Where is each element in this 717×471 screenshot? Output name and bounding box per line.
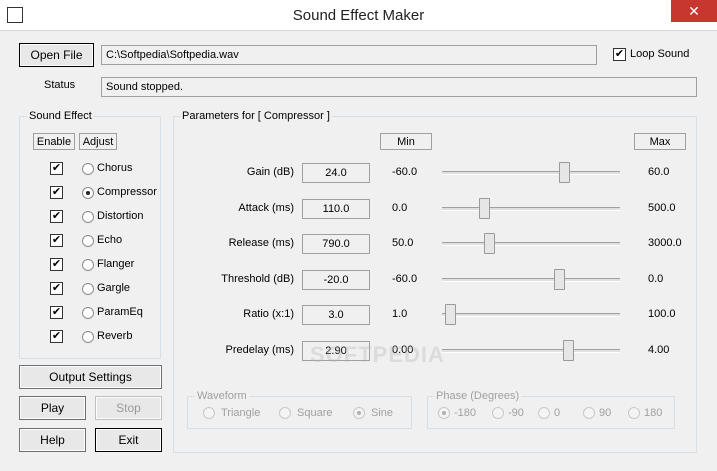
param-slider-thumb[interactable] xyxy=(563,340,575,361)
param-value-field[interactable]: -20.0 xyxy=(302,269,370,290)
effect-label: ParamEq xyxy=(97,306,143,318)
param-label: Release (ms) xyxy=(228,237,294,250)
file-path-field[interactable]: C:\Softpedia\Softpedia.wav xyxy=(101,45,597,65)
effect-enable-checkbox[interactable]: ✔ xyxy=(50,258,63,271)
param-min-value: -60.0 xyxy=(392,272,418,285)
param-max-value: 100.0 xyxy=(648,308,676,321)
waveform-radio[interactable] xyxy=(353,407,365,419)
window-title: Sound Effect Maker xyxy=(292,7,425,24)
effect-adjust-radio[interactable] xyxy=(82,259,94,271)
param-slider-track[interactable] xyxy=(442,313,620,318)
param-slider-thumb[interactable] xyxy=(478,197,490,219)
status-label: Status xyxy=(44,79,76,91)
phase-radio[interactable] xyxy=(583,407,595,419)
waveform-radio[interactable] xyxy=(279,407,291,419)
effect-label: Chorus xyxy=(97,162,133,174)
phase-option-label: -180 xyxy=(454,407,477,419)
close-button[interactable]: ✕ xyxy=(671,0,717,22)
loop-sound-label: Loop Sound xyxy=(630,48,690,60)
exit-button[interactable]: Exit xyxy=(95,428,162,452)
effect-label: Flanger xyxy=(97,258,135,270)
waveform-option-label: Sine xyxy=(371,407,394,419)
phase-radio[interactable] xyxy=(492,407,504,419)
param-label: Predelay (ms) xyxy=(225,344,294,356)
effect-adjust-radio[interactable] xyxy=(82,283,94,295)
loop-sound-checkbox[interactable]: ✔ xyxy=(613,48,626,61)
effect-enable-checkbox[interactable]: ✔ xyxy=(50,186,63,199)
effect-adjust-radio[interactable] xyxy=(82,187,94,199)
phase-radio[interactable] xyxy=(628,407,640,419)
effect-adjust-radio[interactable] xyxy=(82,307,94,319)
param-slider-track[interactable] xyxy=(442,171,620,175)
param-value-field[interactable]: 3.0 xyxy=(302,305,370,326)
param-value-field[interactable]: 790.0 xyxy=(302,234,370,255)
phase-option-label: -90 xyxy=(508,407,524,419)
effect-enable-checkbox[interactable]: ✔ xyxy=(50,306,63,319)
waveform-radio[interactable] xyxy=(203,407,215,419)
adjust-header: Adjust xyxy=(79,133,117,150)
title-bar: Sound Effect Maker ✕ xyxy=(0,0,717,31)
phase-option-label: 90 xyxy=(599,407,612,419)
effect-enable-checkbox[interactable]: ✔ xyxy=(50,282,63,295)
param-label: Ratio (x:1) xyxy=(243,308,294,321)
effect-enable-checkbox[interactable]: ✔ xyxy=(50,330,63,343)
param-max-value: 4.00 xyxy=(648,344,670,356)
param-min-value: -60.0 xyxy=(392,166,418,178)
param-slider-thumb[interactable] xyxy=(553,268,565,290)
help-button[interactable]: Help xyxy=(19,428,86,452)
param-value-field[interactable]: 24.0 xyxy=(302,163,370,183)
waveform-group-label: Waveform xyxy=(195,390,249,402)
parameters-group-label: Parameters for [ Compressor ] xyxy=(180,110,332,122)
phase-option-label: 0 xyxy=(554,407,561,419)
param-slider-thumb[interactable] xyxy=(445,304,457,326)
output-settings-button[interactable]: Output Settings xyxy=(19,365,162,389)
param-slider-track[interactable] xyxy=(442,349,620,353)
param-min-value: 1.0 xyxy=(392,308,408,321)
min-header: Min xyxy=(380,133,432,150)
param-slider-track[interactable] xyxy=(442,277,620,282)
effect-enable-checkbox[interactable]: ✔ xyxy=(50,210,63,223)
stop-button[interactable]: Stop xyxy=(95,396,162,420)
param-slider-track[interactable] xyxy=(442,242,620,247)
effect-adjust-radio[interactable] xyxy=(82,331,94,343)
effect-label: Gargle xyxy=(97,282,131,294)
watermark: SOFTPEDIA xyxy=(310,342,445,367)
effect-label: Distortion xyxy=(97,210,144,222)
param-label: Attack (ms) xyxy=(238,201,294,214)
param-max-value: 60.0 xyxy=(648,166,670,178)
phase-group-label: Phase (Degrees) xyxy=(434,390,522,402)
param-slider-track[interactable] xyxy=(442,206,620,211)
param-label: Threshold (dB) xyxy=(221,272,294,285)
enable-header: Enable xyxy=(33,133,75,150)
effect-label: Reverb xyxy=(97,330,133,342)
open-file-button[interactable]: Open File xyxy=(19,43,94,67)
sound-effect-group-label: Sound Effect xyxy=(27,110,94,122)
effect-label: Compressor xyxy=(97,186,157,198)
effect-adjust-radio[interactable] xyxy=(82,235,94,247)
effect-label: Echo xyxy=(97,234,123,246)
phase-option-label: 180 xyxy=(644,407,663,419)
param-max-value: 0.0 xyxy=(648,272,664,285)
effect-enable-checkbox[interactable]: ✔ xyxy=(50,234,63,247)
effect-adjust-radio[interactable] xyxy=(82,163,94,175)
effect-adjust-radio[interactable] xyxy=(82,211,94,223)
play-button[interactable]: Play xyxy=(19,396,86,420)
waveform-option-label: Triangle xyxy=(221,407,261,419)
phase-radio[interactable] xyxy=(438,407,450,419)
phase-radio[interactable] xyxy=(538,407,550,419)
param-slider-thumb[interactable] xyxy=(483,233,495,255)
param-min-value: 0.0 xyxy=(392,201,408,214)
param-label: Gain (dB) xyxy=(246,166,294,178)
param-max-value: 500.0 xyxy=(648,201,676,214)
param-value-field[interactable]: 110.0 xyxy=(302,198,370,219)
max-header: Max xyxy=(634,133,686,150)
param-min-value: 50.0 xyxy=(392,237,414,250)
status-field: Sound stopped. xyxy=(101,77,697,97)
waveform-option-label: Square xyxy=(297,407,333,419)
param-max-value: 3000.0 xyxy=(648,237,682,250)
param-slider-thumb[interactable] xyxy=(558,162,570,183)
effect-enable-checkbox[interactable]: ✔ xyxy=(50,162,63,175)
